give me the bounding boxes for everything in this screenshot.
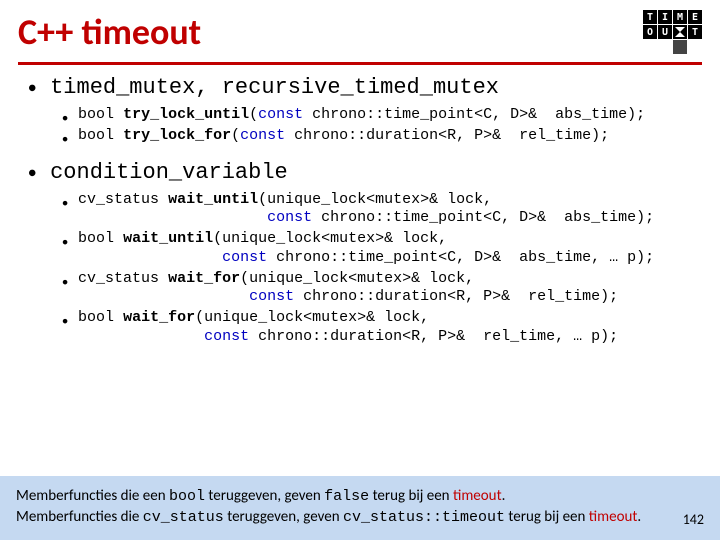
signature: cv_status wait_until(unique_lock<mutex>&… <box>78 191 654 229</box>
signature: bool wait_for(unique_lock<mutex>& lock, … <box>78 309 618 347</box>
signature: bool wait_until(unique_lock<mutex>& lock… <box>78 230 654 268</box>
signature-list: cv_status wait_until(unique_lock<mutex>&… <box>28 191 702 347</box>
section-list: timed_mutex, recursive_timed_mutex bool … <box>18 75 702 347</box>
footer-note: Memberfuncties die een bool teruggeven, … <box>0 476 720 540</box>
logo-tile: O <box>643 25 657 39</box>
signature-item: bool try_lock_until(const chrono::time_p… <box>62 106 702 125</box>
signature: bool try_lock_until(const chrono::time_p… <box>78 106 645 125</box>
hourglass-icon <box>673 25 687 39</box>
logo-tile: T <box>688 25 702 39</box>
slide-title: C++ timeout <box>18 10 201 54</box>
logo-tile: I <box>658 10 672 24</box>
signature: bool try_lock_for(const chrono::duration… <box>78 127 609 146</box>
slide-content: timed_mutex, recursive_timed_mutex bool … <box>0 75 720 347</box>
section-heading: condition_variable <box>50 160 288 185</box>
signature-list: bool try_lock_until(const chrono::time_p… <box>28 106 702 146</box>
section: timed_mutex, recursive_timed_mutex bool … <box>28 75 702 146</box>
logo-tile: E <box>688 10 702 24</box>
timeout-logo: T I M E O U T <box>643 10 702 54</box>
signature: cv_status wait_for(unique_lock<mutex>& l… <box>78 270 618 308</box>
logo-tile: U <box>658 25 672 39</box>
footer-text: Memberfuncties die een bool teruggeven, … <box>16 486 641 529</box>
signature-item: cv_status wait_for(unique_lock<mutex>& l… <box>62 270 702 308</box>
section-heading: timed_mutex, recursive_timed_mutex <box>50 75 499 100</box>
signature-item: bool wait_for(unique_lock<mutex>& lock, … <box>62 309 702 347</box>
logo-tile: T <box>643 10 657 24</box>
signature-item: bool wait_until(unique_lock<mutex>& lock… <box>62 230 702 268</box>
title-underline <box>18 62 702 65</box>
section: condition_variable cv_status wait_until(… <box>28 160 702 347</box>
page-number: 142 <box>677 511 704 528</box>
signature-item: cv_status wait_until(unique_lock<mutex>&… <box>62 191 702 229</box>
hourglass-base-icon <box>673 40 687 54</box>
logo-tile: M <box>673 10 687 24</box>
title-bar: C++ timeout T I M E O U T <box>0 0 720 58</box>
signature-item: bool try_lock_for(const chrono::duration… <box>62 127 702 146</box>
